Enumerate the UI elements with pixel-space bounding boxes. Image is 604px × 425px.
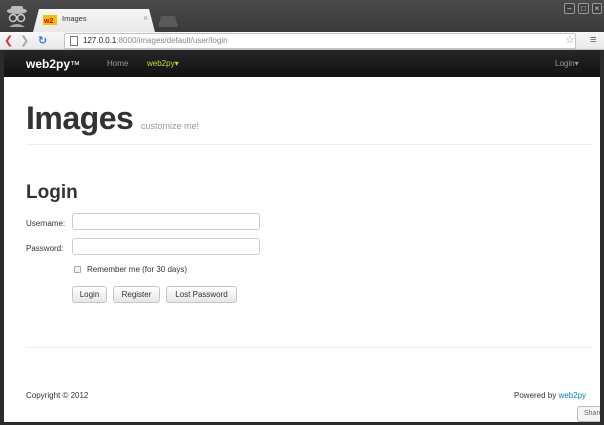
address-bar[interactable]: 127.0.0.1:8000/images/default/user/login <box>64 33 576 49</box>
powered-by-prefix: Powered by <box>514 391 559 400</box>
reload-icon[interactable]: ↻ <box>38 34 47 48</box>
username-input[interactable] <box>72 213 260 230</box>
browser-tab[interactable]: w2 Images × <box>33 9 155 32</box>
password-input[interactable] <box>72 238 260 255</box>
svg-text:w2: w2 <box>43 18 53 25</box>
share-button[interactable]: Share <box>577 406 600 422</box>
browser-tabstrip: w2 Images × – □ × <box>0 0 604 32</box>
maximize-icon[interactable]: □ <box>578 3 589 14</box>
divider <box>26 347 592 348</box>
brand-logo[interactable]: web2py™ <box>26 57 80 71</box>
top-navbar: web2py™ Home web2py▾ Login▾ <box>4 50 600 77</box>
close-window-icon[interactable]: × <box>592 3 602 14</box>
new-tab-button[interactable] <box>158 16 178 27</box>
login-heading: Login <box>26 182 78 203</box>
caret-down-icon: ▾ <box>574 59 579 68</box>
url-host: 127.0.0.1 <box>83 36 117 45</box>
web2py-link[interactable]: web2py <box>558 391 586 400</box>
favicon-icon: w2 <box>43 15 57 25</box>
bookmark-star-icon[interactable]: ☆ <box>565 34 575 46</box>
close-tab-icon[interactable]: × <box>143 13 148 23</box>
menu-icon[interactable]: ≡ <box>590 34 596 46</box>
powered-by: Powered by web2py <box>514 391 586 400</box>
remember-me-label[interactable]: Remember me (for 30 days) <box>87 265 187 274</box>
tab-title: Images <box>62 14 87 23</box>
web-page: web2py™ Home web2py▾ Login▾ Images custo… <box>4 50 600 422</box>
username-label: Username: <box>26 219 66 228</box>
back-icon[interactable]: ❮ <box>4 34 13 48</box>
page-subtitle: customize me! <box>141 121 200 131</box>
minimize-icon[interactable]: – <box>564 3 575 14</box>
nav-app-label: web2py <box>147 59 175 68</box>
divider <box>26 144 592 145</box>
nav-login-label: Login <box>555 59 575 68</box>
page-icon <box>70 36 78 46</box>
login-button[interactable]: Login <box>72 286 107 303</box>
url-path: :8000/images/default/user/login <box>116 36 228 45</box>
nav-login-menu[interactable]: Login▾ <box>555 59 579 68</box>
browser-toolbar: ❮ ❯ ↻ 127.0.0.1:8000/images/default/user… <box>0 32 604 50</box>
caret-down-icon: ▾ <box>174 59 179 68</box>
page-title: Images <box>26 100 134 136</box>
copyright-text: Copyright © 2012 <box>26 391 89 400</box>
forward-icon[interactable]: ❯ <box>20 34 29 48</box>
register-button[interactable]: Register <box>113 286 160 303</box>
incognito-icon <box>7 6 27 27</box>
remember-me-checkbox[interactable] <box>74 266 81 273</box>
lost-password-button[interactable]: Lost Password <box>166 286 237 303</box>
password-label: Password: <box>26 244 64 253</box>
brand-text: web2py <box>26 57 71 71</box>
brand-tm: ™ <box>70 60 81 71</box>
nav-app-menu[interactable]: web2py▾ <box>147 59 179 68</box>
nav-home[interactable]: Home <box>107 59 128 68</box>
url-text[interactable]: 127.0.0.1:8000/images/default/user/login <box>83 36 228 45</box>
